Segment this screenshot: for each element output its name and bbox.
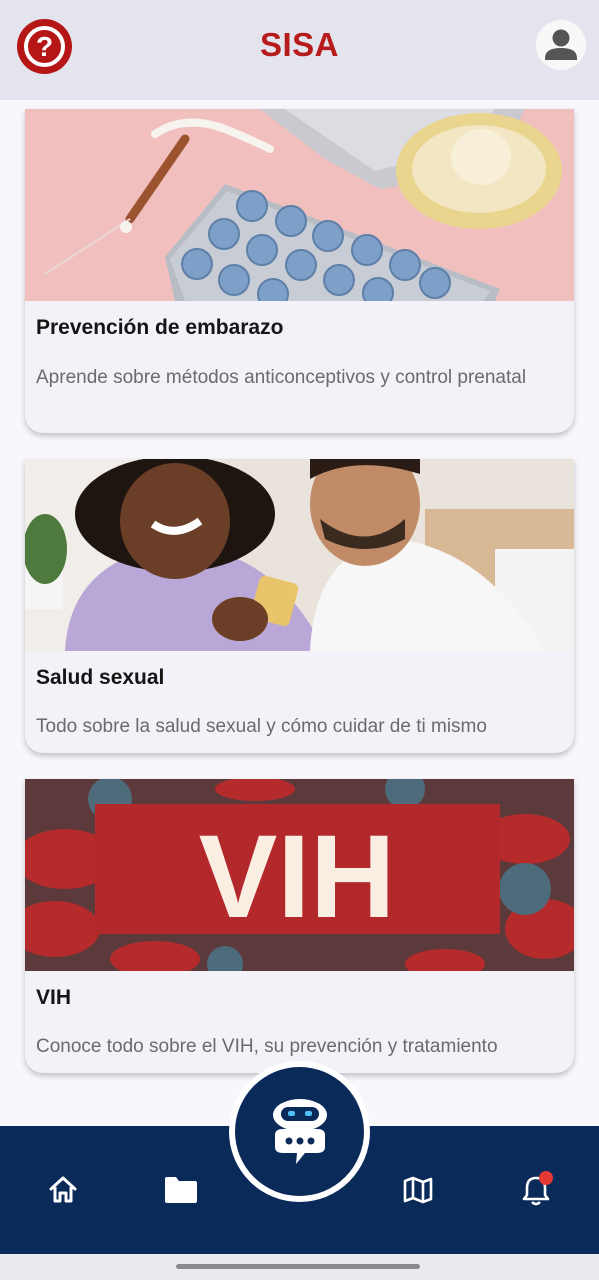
user-avatar-icon	[536, 20, 586, 70]
card-title: Salud sexual	[36, 666, 165, 689]
card-description: Aprende sobre métodos anticonceptivos y …	[36, 367, 527, 388]
nav-folder[interactable]	[159, 1168, 203, 1212]
card-description: Conoce todo sobre el VIH, su prevención …	[36, 1036, 498, 1057]
contraceptives-image	[25, 109, 574, 301]
card-title: VIH	[36, 986, 72, 1009]
topic-card-vih[interactable]: VIH VIH Conoce todo sobre el VIH, su pre…	[25, 779, 574, 1073]
vih-banner-image: VIH	[25, 779, 574, 971]
home-icon	[49, 1176, 77, 1203]
vih-banner-text: VIH	[199, 811, 396, 943]
topic-card-salud-sexual[interactable]: Salud sexual Todo sobre la salud sexual …	[25, 459, 574, 753]
app-title: SISA	[259, 26, 340, 63]
card-title: Prevención de embarazo	[36, 316, 284, 339]
topic-card-prevencion[interactable]: Prevención de embarazo Aprende sobre mét…	[25, 109, 574, 433]
profile-button[interactable]	[536, 20, 586, 70]
card-description: Todo sobre la salud sexual y cómo cuidar…	[36, 716, 487, 737]
folder-icon	[165, 1177, 197, 1203]
home-indicator[interactable]	[176, 1264, 420, 1269]
map-icon	[403, 1176, 433, 1204]
nav-home[interactable]	[41, 1168, 85, 1212]
nav-map[interactable]	[396, 1168, 440, 1212]
chatbot-icon	[272, 1098, 327, 1164]
app-screen: ? SISA Prevención de embarazo Aprende so…	[0, 0, 599, 1280]
app-header: ? SISA	[0, 0, 599, 100]
notification-badge	[539, 1171, 553, 1185]
couple-image	[25, 459, 574, 651]
chatbot-button[interactable]	[235, 1067, 364, 1196]
